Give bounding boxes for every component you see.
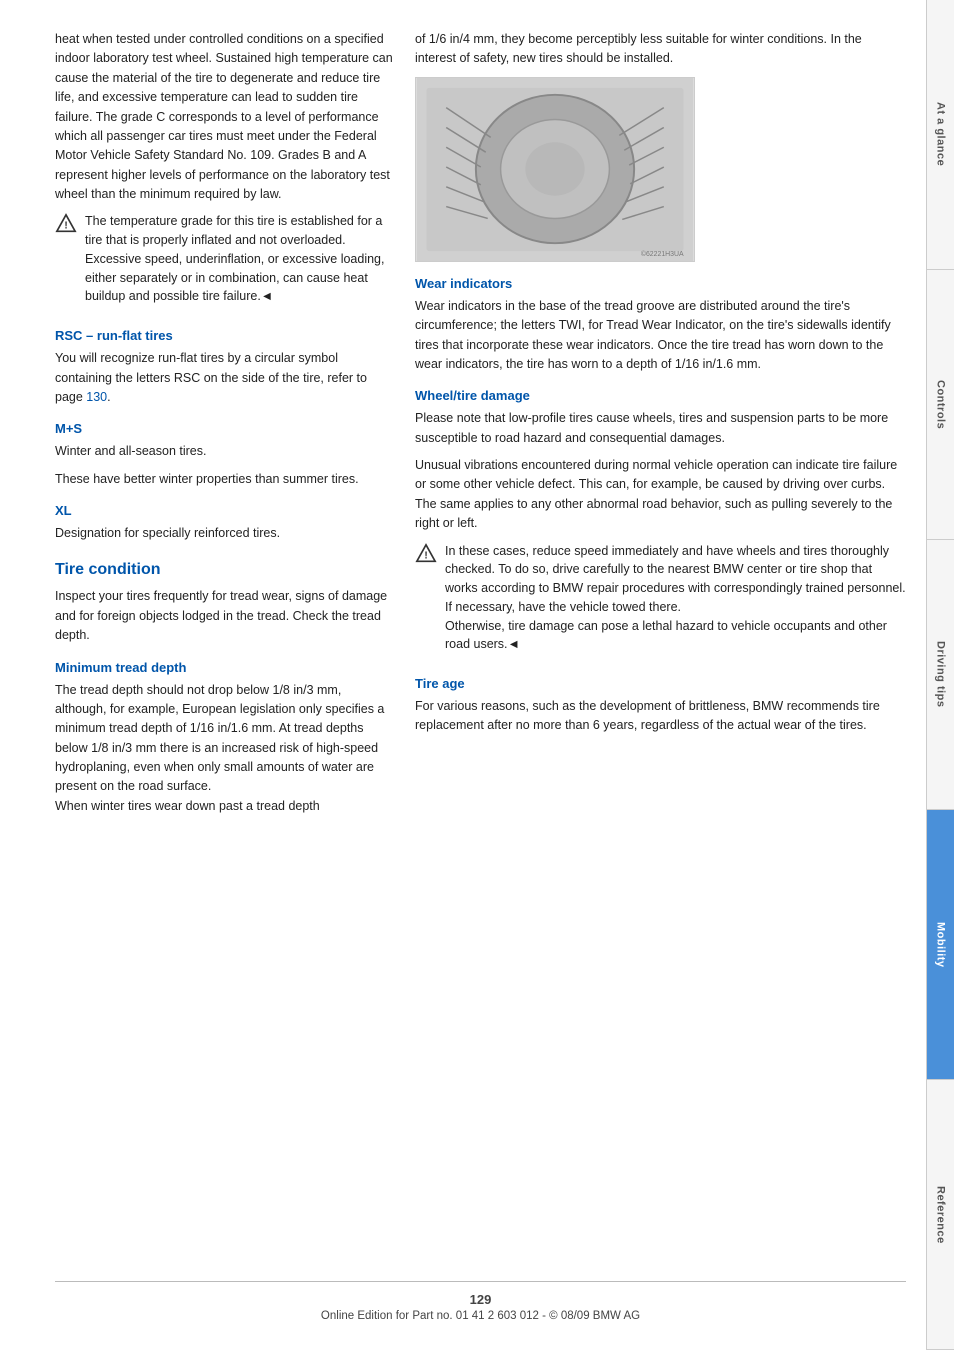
note-block-temperature: ! The temperature grade for this tire is… xyxy=(55,212,395,314)
svg-text:!: ! xyxy=(64,221,67,232)
warning-triangle-icon: ! xyxy=(55,213,77,235)
wheel-damage-heading: Wheel/tire damage xyxy=(415,388,906,403)
tire-condition-heading: Tire condition xyxy=(55,561,395,579)
rsc-text: You will recognize run-flat tires by a c… xyxy=(55,349,395,407)
min-tread-heading: Minimum tread depth xyxy=(55,660,395,675)
tab-reference[interactable]: Reference xyxy=(927,1080,954,1350)
tire-age-heading: Tire age xyxy=(415,676,906,691)
ms-heading: M+S xyxy=(55,421,395,436)
wheel-damage-text1: Please note that low-profile tires cause… xyxy=(415,409,906,448)
tab-controls[interactable]: Controls xyxy=(927,270,954,540)
rsc-heading: RSC – run-flat tires xyxy=(55,328,395,343)
wear-indicator-heading: Wear indicators xyxy=(415,276,906,291)
ms-text-1: Winter and all-season tires. xyxy=(55,442,395,461)
ms-text-2: These have better winter properties than… xyxy=(55,470,395,489)
note-block-wheel-damage: ! In these cases, reduce speed immediate… xyxy=(415,542,906,663)
warning-triangle-icon-2: ! xyxy=(415,543,437,565)
svg-text:!: ! xyxy=(424,550,427,561)
right-intro: of 1/6 in/4 mm, they become perceptibly … xyxy=(415,30,906,69)
xl-section: XL Designation for specially reinforced … xyxy=(55,503,395,543)
sidebar-tabs: At a glance Controls Driving tips Mobili… xyxy=(926,0,954,1350)
wheel-damage-text2: Unusual vibrations encountered during no… xyxy=(415,456,906,534)
svg-text:©62221H3UA: ©62221H3UA xyxy=(641,250,684,258)
page-footer: 129 Online Edition for Part no. 01 41 2 … xyxy=(55,1281,906,1330)
tab-driving-tips[interactable]: Driving tips xyxy=(927,540,954,810)
wear-indicator-section: Wear indicators Wear indicators in the b… xyxy=(415,276,906,375)
tire-image: ©62221H3UA xyxy=(415,77,695,262)
page-number: 129 xyxy=(55,1292,906,1307)
temperature-note-text: The temperature grade for this tire is e… xyxy=(85,212,395,306)
wear-indicator-text: Wear indicators in the base of the tread… xyxy=(415,297,906,375)
left-column: heat when tested under controlled condit… xyxy=(55,30,395,1271)
wheel-damage-note: In these cases, reduce speed immediately… xyxy=(445,542,906,655)
tab-mobility[interactable]: Mobility xyxy=(927,810,954,1080)
tire-age-section: Tire age For various reasons, such as th… xyxy=(415,676,906,736)
tire-condition-section: Tire condition Inspect your tires freque… xyxy=(55,561,395,816)
page-130-link[interactable]: 130 xyxy=(86,390,107,404)
tire-condition-intro: Inspect your tires frequently for tread … xyxy=(55,587,395,645)
tab-at-a-glance[interactable]: At a glance xyxy=(927,0,954,270)
xl-heading: XL xyxy=(55,503,395,518)
left-intro-para: heat when tested under controlled condit… xyxy=(55,30,395,204)
xl-text: Designation for specially reinforced tir… xyxy=(55,524,395,543)
right-column: of 1/6 in/4 mm, they become perceptibly … xyxy=(415,30,906,1271)
main-content: heat when tested under controlled condit… xyxy=(0,0,926,1350)
rsc-section: RSC – run-flat tires You will recognize … xyxy=(55,328,395,407)
min-tread-text: The tread depth should not drop below 1/… xyxy=(55,681,395,817)
tire-age-text: For various reasons, such as the develop… xyxy=(415,697,906,736)
wheel-damage-section: Wheel/tire damage Please note that low-p… xyxy=(415,388,906,662)
footer-text: Online Edition for Part no. 01 41 2 603 … xyxy=(55,1310,906,1322)
ms-section: M+S Winter and all-season tires. These h… xyxy=(55,421,395,489)
